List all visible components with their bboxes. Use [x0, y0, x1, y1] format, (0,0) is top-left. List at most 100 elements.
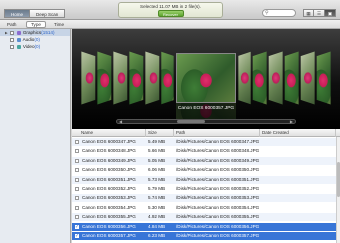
row-checkbox[interactable]: [75, 168, 79, 173]
table-row[interactable]: Canon EOS 6000353.JPG 5.74 MB/Disk/Pictur…: [72, 194, 336, 203]
preview-current-image[interactable]: [176, 53, 236, 103]
column-header-date-created[interactable]: Date Created: [260, 129, 336, 137]
row-checkbox[interactable]: [75, 158, 79, 163]
graphics-checkbox[interactable]: [10, 30, 15, 35]
cell-size: 5.49 MB: [148, 139, 166, 144]
cell-name: Canon EOS 6000354.JPG: [82, 204, 136, 210]
table-row[interactable]: Canon EOS 6000354.JPG 5.30 MB/Disk/Pictur…: [72, 204, 336, 212]
preview-thumbnail[interactable]: [284, 51, 299, 105]
row-checkbox[interactable]: [75, 177, 79, 182]
cell-path: /Disk/Pictures/Canon EOS 6000356.JPG: [176, 223, 260, 229]
row-checkbox[interactable]: [75, 140, 79, 144]
sidebar-item-video[interactable]: Video(0): [0, 43, 70, 50]
cell-name: Canon EOS 6000350.JPG: [82, 167, 136, 173]
cell-path: /Disk/Pictures/Canon EOS 6000350.JPG: [176, 167, 260, 173]
table-row[interactable]: Canon EOS 6000351.JPG 5.73 MB/Disk/Pictur…: [72, 175, 336, 184]
deep-scan-button[interactable]: Deep Scan: [30, 9, 66, 18]
table-header: Name Size Path Date Created: [72, 129, 340, 137]
preview-thumbnail[interactable]: [81, 51, 96, 105]
cell-name: Canon EOS 6000352.JPG: [82, 186, 136, 191]
cell-size: 5.66 MB: [148, 148, 166, 154]
coverflow-view-icon[interactable]: ▣: [325, 9, 336, 17]
video-icon: [16, 44, 21, 49]
sort-tabs: Path Type Time: [0, 20, 340, 29]
tab-type[interactable]: Type: [26, 21, 46, 28]
cell-path: /Disk/Pictures/Canon EOS 6000355.JPG: [176, 214, 260, 220]
preview-thumbnail[interactable]: [161, 51, 174, 105]
table-row[interactable]: Canon EOS 6000347.JPG 5.49 MB/Disk/Pictur…: [72, 138, 336, 146]
sidebar-item-audio[interactable]: Audio(0): [0, 36, 70, 43]
preview-thumbnail[interactable]: [252, 51, 267, 105]
preview-thumbnail[interactable]: [300, 51, 315, 105]
table-row[interactable]: Canon EOS 6000352.JPG 5.79 MB/Disk/Pictur…: [72, 185, 336, 193]
cell-name: Canon EOS 6000357.JPG: [82, 233, 136, 238]
column-header-path[interactable]: Path: [174, 129, 260, 137]
cell-size: 4.92 MB: [148, 214, 166, 220]
cell-name: Canon EOS 6000355.JPG: [82, 214, 136, 220]
cell-name: Canon EOS 6000356.JPG: [82, 223, 136, 229]
video-checkbox[interactable]: [10, 44, 15, 49]
preview-thumbnail[interactable]: [97, 51, 112, 105]
row-checkbox[interactable]: [75, 196, 79, 201]
cell-size: 5.79 MB: [148, 186, 166, 191]
scroll-right-icon[interactable]: ▶: [290, 119, 293, 124]
table-row[interactable]: Canon EOS 6000357.JPG 6.23 MB/Disk/Pictur…: [72, 232, 336, 240]
table-row[interactable]: Canon EOS 6000350.JPG 6.06 MB/Disk/Pictur…: [72, 166, 336, 174]
grid-view-icon[interactable]: ▦: [303, 9, 314, 17]
cell-size: 5.74 MB: [148, 195, 166, 201]
cell-path: /Disk/Pictures/Canon EOS 6000348.JPG: [176, 148, 260, 154]
cell-size: 6.23 MB: [148, 233, 166, 238]
row-checkbox[interactable]: [75, 232, 79, 240]
search-input[interactable]: ⚲: [262, 9, 296, 17]
row-checkbox[interactable]: [75, 187, 79, 191]
recover-button[interactable]: Recover: [157, 10, 184, 17]
table-row[interactable]: Canon EOS 6000349.JPG 5.05 MB/Disk/Pictur…: [72, 156, 336, 165]
table-row[interactable]: Canon EOS 6000355.JPG 4.92 MB/Disk/Pictur…: [72, 213, 336, 222]
sidebar-item-count: (0): [34, 37, 40, 42]
search-icon: ⚲: [265, 10, 269, 16]
coverflow-scrollbar[interactable]: ◀ ▶: [116, 119, 296, 124]
row-checkbox[interactable]: [75, 223, 79, 231]
cell-size: 4.84 MB: [148, 223, 166, 229]
table-row[interactable]: Canon EOS 6000356.JPG 4.84 MB/Disk/Pictur…: [72, 222, 336, 231]
audio-icon: [16, 37, 21, 42]
category-sidebar: ▶ Graphics(1514) Audio(0) Video(0): [0, 29, 71, 243]
graphics-icon: [16, 30, 21, 35]
sidebar-item-label: Graphics: [22, 30, 42, 35]
preview-thumbnail[interactable]: [238, 51, 251, 105]
preview-thumbnail[interactable]: [145, 51, 160, 105]
cell-size: 6.06 MB: [148, 167, 166, 173]
column-header-name[interactable]: Name: [72, 129, 146, 137]
view-switch: ▦ ☰ ▣: [303, 9, 336, 17]
home-button[interactable]: Home: [4, 9, 31, 18]
row-checkbox[interactable]: [75, 215, 79, 220]
file-table: Name Size Path Date Created Canon EOS 60…: [72, 129, 340, 243]
sidebar-item-graphics[interactable]: ▶ Graphics(1514): [0, 29, 70, 36]
cell-name: Canon EOS 6000353.JPG: [82, 195, 136, 201]
cell-name: Canon EOS 6000349.JPG: [82, 157, 136, 163]
row-checkbox[interactable]: [75, 149, 79, 154]
selection-status-text: Selected 11.07 MB in 2 file(s).: [140, 4, 201, 9]
cell-path: /Disk/Pictures/Canon EOS 6000352.JPG: [176, 186, 260, 191]
list-view-icon[interactable]: ☰: [314, 9, 325, 17]
scroll-left-icon[interactable]: ◀: [119, 119, 122, 124]
table-row[interactable]: Canon EOS 6000348.JPG 5.66 MB/Disk/Pictur…: [72, 147, 336, 155]
preview-thumbnail[interactable]: [113, 51, 128, 105]
row-checkbox[interactable]: [75, 205, 79, 210]
table-scrollbar[interactable]: [336, 137, 340, 243]
tab-time[interactable]: Time: [50, 21, 68, 28]
preview-thumbnail[interactable]: [268, 51, 283, 105]
cell-path: /Disk/Pictures/Canon EOS 6000353.JPG: [176, 195, 260, 201]
sidebar-item-label: Audio: [22, 37, 35, 42]
cell-path: /Disk/Pictures/Canon EOS 6000351.JPG: [176, 176, 260, 182]
tab-path[interactable]: Path: [3, 21, 20, 28]
cell-path: /Disk/Pictures/Canon EOS 6000354.JPG: [176, 204, 260, 210]
preview-thumbnail[interactable]: [129, 51, 144, 105]
column-header-size[interactable]: Size: [146, 129, 174, 137]
preview-thumbnail[interactable]: [316, 51, 331, 105]
audio-checkbox[interactable]: [10, 37, 15, 42]
preview-caption: Canon EOS 6000357.JPG: [177, 106, 235, 111]
sidebar-item-count: (1514): [41, 30, 55, 35]
coverflow-scroll-thumb[interactable]: [177, 120, 205, 123]
sidebar-item-label: Video: [22, 44, 35, 49]
